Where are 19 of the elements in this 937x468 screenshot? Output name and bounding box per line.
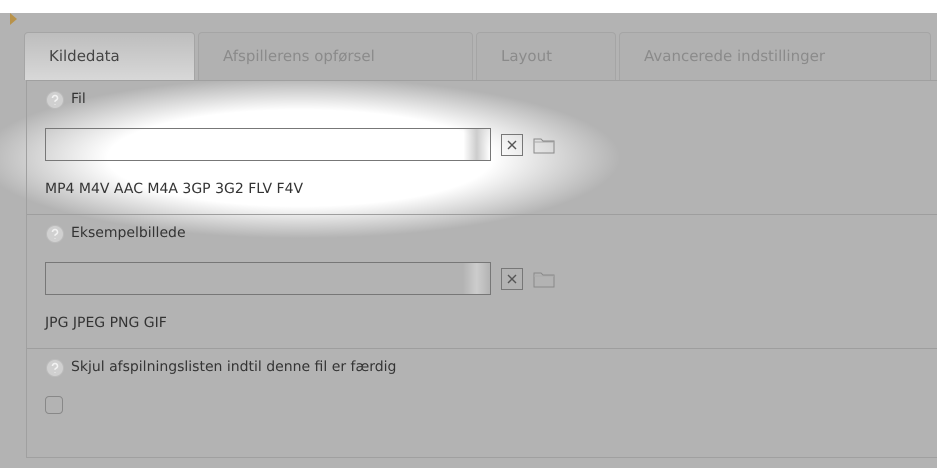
file-path-input[interactable] bbox=[45, 262, 491, 295]
field-label: Skjul afspilningslisten indtil denne fil er færdig bbox=[71, 358, 396, 377]
field-label: Eksempelbillede bbox=[71, 224, 186, 243]
help-icon[interactable] bbox=[45, 224, 65, 244]
clear-button[interactable] bbox=[501, 134, 523, 156]
folder-icon[interactable] bbox=[533, 136, 555, 154]
close-icon bbox=[507, 140, 517, 150]
help-icon[interactable] bbox=[45, 90, 65, 110]
tab[interactable]: Kildedata bbox=[24, 32, 195, 80]
file-path-input[interactable] bbox=[45, 128, 491, 161]
expand-triangle-icon[interactable] bbox=[10, 13, 17, 25]
help-icon[interactable] bbox=[45, 358, 65, 378]
close-icon bbox=[507, 274, 517, 284]
allowed-formats: MP4 M4V AAC M4A 3GP 3G2 FLV F4V bbox=[45, 180, 304, 199]
checkbox[interactable] bbox=[45, 396, 63, 414]
folder-icon[interactable] bbox=[533, 270, 555, 288]
field-label: Fil bbox=[71, 90, 86, 109]
clear-button[interactable] bbox=[501, 268, 523, 290]
allowed-formats: JPG JPEG PNG GIF bbox=[45, 314, 168, 333]
